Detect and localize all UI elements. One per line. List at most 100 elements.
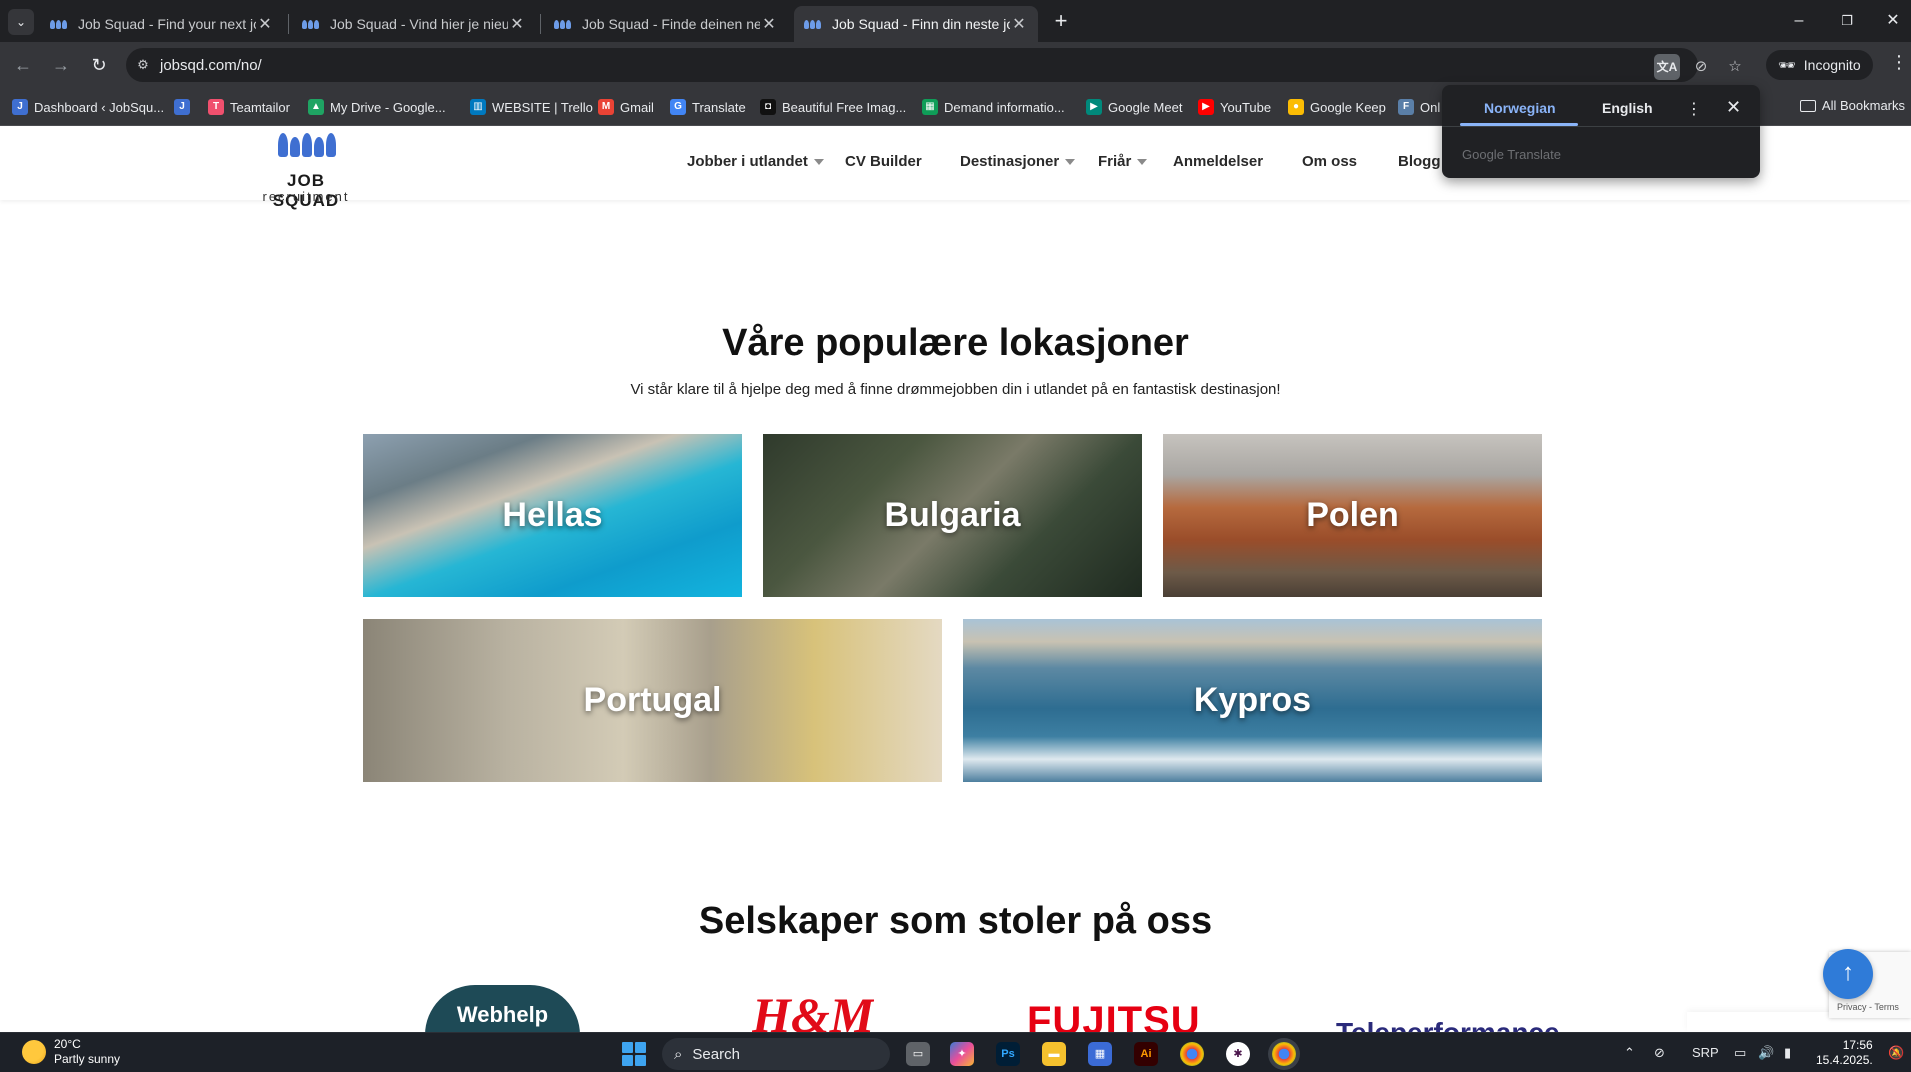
weather-temperature: 20°C [54, 1037, 81, 1051]
tab-close-icon[interactable]: ✕ [508, 14, 526, 34]
search-icon: ⌕ [674, 1045, 683, 1063]
forward-button[interactable]: → [48, 52, 74, 78]
browser-tab-2[interactable]: Job Squad - Vind hier je nieuwe ✕ [292, 6, 536, 42]
minimize-icon: – [1794, 12, 1804, 29]
bookmark-item[interactable]: M Gmail [598, 98, 654, 116]
network-off-icon[interactable]: ⊘ [1654, 1045, 1665, 1061]
bookmark-item[interactable]: J [174, 98, 190, 116]
clock-date: 15.4.2025. [1816, 1053, 1873, 1067]
location-card-hellas[interactable]: Hellas [363, 434, 742, 597]
close-window-button[interactable]: ✕ [1878, 8, 1908, 34]
chevron-up-icon[interactable]: ⌃ [1624, 1045, 1635, 1061]
chrome-icon[interactable] [1180, 1042, 1204, 1066]
people-logo-icon [278, 133, 336, 157]
notification-bell-icon[interactable]: 🔕 [1888, 1045, 1904, 1061]
tab-search-button[interactable]: ⌄ [8, 9, 34, 35]
location-card-kypros[interactable]: Kypros [963, 619, 1542, 782]
translate-close-icon[interactable]: ✕ [1726, 97, 1741, 118]
bookmark-item[interactable]: ▶ Google Meet [1086, 98, 1182, 116]
minimize-button[interactable]: – [1784, 8, 1814, 34]
eye-off-icon[interactable]: ⊘ [1688, 54, 1714, 80]
bookmark-item[interactable]: ● Google Keep [1288, 98, 1386, 116]
plus-icon: + [1054, 8, 1068, 33]
bookmark-item[interactable]: ▲ My Drive - Google... [308, 98, 446, 116]
popup-divider [1442, 126, 1760, 127]
restore-button[interactable]: ❐ [1832, 8, 1862, 34]
volume-icon[interactable]: 🔊 [1758, 1045, 1774, 1061]
incognito-icon: 🕶 [1778, 56, 1796, 73]
nav-about[interactable]: Om oss [1302, 153, 1357, 170]
copilot-icon[interactable]: ✦ [950, 1042, 974, 1066]
logo-subtitle: recruitment [262, 189, 350, 204]
nav-destinations[interactable]: Destinasjoner [960, 153, 1076, 170]
reload-icon: ↻ [91, 55, 107, 75]
chrome-incognito-icon[interactable] [1272, 1042, 1296, 1066]
bookmark-item[interactable]: ▶ YouTube [1198, 98, 1271, 116]
input-language[interactable]: SRP [1692, 1045, 1719, 1060]
partly-sunny-icon [22, 1040, 46, 1064]
bookmark-item[interactable]: G Translate [670, 98, 746, 116]
bookmark-item[interactable]: ▦ Demand informatio... [922, 98, 1065, 116]
tab-close-icon[interactable]: ✕ [760, 14, 778, 34]
recaptcha-privacy-terms[interactable]: Privacy - Terms [1837, 1002, 1899, 1012]
taskbar-search[interactable]: ⌕ Search [662, 1038, 890, 1070]
bookmark-item[interactable]: T Teamtailor [208, 98, 290, 116]
url-text[interactable]: jobsqd.com/no/ [160, 57, 262, 74]
bookmark-item[interactable]: J Dashboard ‹ JobSqu... [12, 98, 164, 116]
browser-tab-3[interactable]: Job Squad - Finde deinen neuen ✕ [544, 6, 788, 42]
vertical-dots-icon: ⋮ [1890, 52, 1908, 72]
bookmark-item[interactable]: F Onl [1398, 98, 1440, 116]
task-view-icon[interactable]: ▭ [906, 1042, 930, 1066]
nav-cv-builder[interactable]: CV Builder [845, 153, 922, 170]
google-keep-icon: ● [1288, 99, 1304, 115]
battery-icon[interactable]: ▮ [1784, 1045, 1791, 1061]
translate-options-icon[interactable]: ⋮ [1686, 99, 1702, 119]
location-label: Kypros [1193, 681, 1312, 719]
address-bar[interactable]: ⚙ jobsqd.com/no/ 文A ⊘ ☆ [126, 48, 1742, 82]
windows-start-icon[interactable] [622, 1042, 646, 1066]
nav-sabbatical[interactable]: Friår [1098, 153, 1148, 170]
site-info-icon[interactable]: ⚙ [126, 57, 160, 73]
camera-icon: ◘ [760, 99, 776, 115]
translate-target-language[interactable]: English [1602, 100, 1653, 126]
caret-down-icon [1065, 158, 1076, 165]
taskbar-clock[interactable]: 17:56 15.4.2025. [1816, 1038, 1873, 1068]
location-card-portugal[interactable]: Portugal [363, 619, 942, 782]
location-card-bulgaria[interactable]: Bulgaria [763, 434, 1142, 597]
location-card-polen[interactable]: Polen [1163, 434, 1542, 597]
tab-close-icon[interactable]: ✕ [1010, 14, 1028, 34]
clock-time: 17:56 [1842, 1038, 1873, 1052]
jobsquad-logo[interactable]: JOB SQUAD recruitment [254, 133, 358, 210]
browser-tab-1[interactable]: Job Squad - Find your next job ✕ [40, 6, 284, 42]
nav-jobs-abroad[interactable]: Jobber i utlandet [687, 153, 824, 170]
browser-menu-button[interactable]: ⋮ [1890, 52, 1908, 73]
file-explorer-icon[interactable]: ▬ [1042, 1042, 1066, 1066]
display-icon[interactable]: ▭ [1734, 1045, 1746, 1061]
illustrator-icon[interactable]: Ai [1134, 1042, 1158, 1066]
translate-icon[interactable]: 文A [1654, 54, 1680, 80]
reload-button[interactable]: ↻ [86, 52, 112, 78]
jobsquad-favicon-icon [302, 18, 322, 30]
tab-close-icon[interactable]: ✕ [256, 14, 274, 34]
incognito-badge[interactable]: 🕶 Incognito [1766, 50, 1873, 80]
browser-tab-4-active[interactable]: Job Squad - Finn din neste jobb ✕ [794, 6, 1038, 42]
microsoft-store-icon[interactable]: ▦ [1088, 1042, 1112, 1066]
trello-icon: ▥ [470, 99, 486, 115]
translate-popup: Norwegian English ⋮ ✕ Google Translate [1442, 85, 1760, 178]
google-drive-icon: ▲ [308, 99, 324, 115]
slack-icon[interactable]: ✱ [1226, 1042, 1250, 1066]
all-bookmarks-button[interactable]: All Bookmarks [1799, 98, 1905, 113]
folder-icon [1799, 99, 1816, 112]
nav-blog[interactable]: Blogg [1398, 153, 1441, 170]
back-button[interactable]: ← [10, 52, 36, 78]
bookmark-item[interactable]: ▥ WEBSITE | Trello [470, 98, 593, 116]
google-sheets-icon: ▦ [922, 99, 938, 115]
photoshop-icon[interactable]: Ps [996, 1042, 1020, 1066]
new-tab-button[interactable]: + [1048, 8, 1074, 34]
scroll-to-top-button[interactable]: ↑ [1823, 949, 1873, 999]
bookmark-item[interactable]: ◘ Beautiful Free Imag... [760, 98, 906, 116]
star-icon[interactable]: ☆ [1722, 54, 1748, 80]
weather-widget[interactable]: 20°C Partly sunny [22, 1037, 120, 1067]
close-icon: ✕ [1886, 12, 1900, 29]
nav-reviews[interactable]: Anmeldelser [1173, 153, 1263, 170]
